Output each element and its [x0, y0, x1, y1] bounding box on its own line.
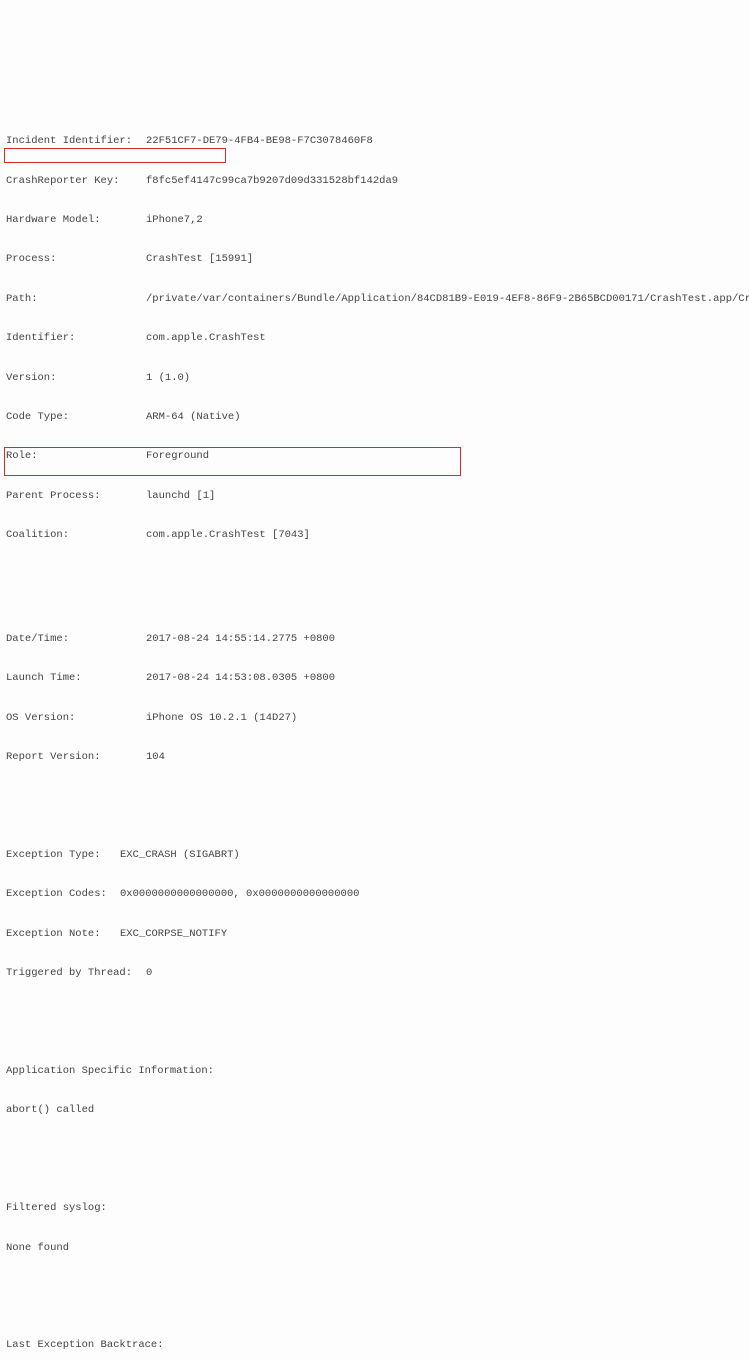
value: 2017-08-24 14:53:08.0305 +0800	[146, 672, 335, 685]
label: Version:	[6, 372, 146, 385]
row-identifier: Identifier:com.apple.CrashTest	[6, 332, 743, 345]
backtrace-title: Last Exception Backtrace:	[6, 1339, 743, 1352]
value: 104	[146, 751, 165, 764]
label: Report Version:	[6, 751, 146, 764]
label: Exception Codes:	[6, 888, 120, 901]
value: 22F51CF7-DE79-4FB4-BE98-F7C3078460F8	[146, 135, 373, 148]
value: 1 (1.0)	[146, 372, 190, 385]
crash-report: Incident Identifier:22F51CF7-DE79-4FB4-B…	[0, 53, 749, 1360]
filtered-syslog-line: None found	[6, 1242, 743, 1255]
row-incident-identifier: Incident Identifier:22F51CF7-DE79-4FB4-B…	[6, 135, 743, 148]
value: /private/var/containers/Bundle/Applicati…	[146, 293, 749, 306]
row-role: Role:Foreground	[6, 450, 743, 463]
value: 0	[146, 967, 152, 980]
label: Identifier:	[6, 332, 146, 345]
value: iPhone OS 10.2.1 (14D27)	[146, 712, 297, 725]
label: Parent Process:	[6, 490, 146, 503]
label: Exception Type:	[6, 849, 120, 862]
label: CrashReporter Key:	[6, 175, 146, 188]
value: ARM-64 (Native)	[146, 411, 241, 424]
row-launch-time: Launch Time:2017-08-24 14:53:08.0305 +08…	[6, 672, 743, 685]
value: EXC_CRASH (SIGABRT)	[120, 849, 240, 862]
value: launchd [1]	[146, 490, 215, 503]
row-code-type: Code Type:ARM-64 (Native)	[6, 411, 743, 424]
label: Exception Note:	[6, 928, 120, 941]
label: Triggered by Thread:	[6, 967, 146, 980]
label: Role:	[6, 450, 146, 463]
label: OS Version:	[6, 712, 146, 725]
label: Hardware Model:	[6, 214, 146, 227]
value: Foreground	[146, 450, 209, 463]
row-datetime: Date/Time:2017-08-24 14:55:14.2775 +0800	[6, 633, 743, 646]
label: Code Type:	[6, 411, 146, 424]
label: Process:	[6, 253, 146, 266]
value: iPhone7,2	[146, 214, 203, 227]
row-process: Process:CrashTest [15991]	[6, 253, 743, 266]
value: com.apple.CrashTest	[146, 332, 266, 345]
app-specific-info-title: Application Specific Information:	[6, 1065, 743, 1078]
row-report-version: Report Version:104	[6, 751, 743, 764]
row-coalition: Coalition:com.apple.CrashTest [7043]	[6, 529, 743, 542]
row-exception-type: Exception Type:EXC_CRASH (SIGABRT)	[6, 849, 743, 862]
row-os-version: OS Version:iPhone OS 10.2.1 (14D27)	[6, 712, 743, 725]
label: Path:	[6, 293, 146, 306]
callout-box-code-type	[4, 148, 226, 163]
value: EXC_CORPSE_NOTIFY	[120, 928, 227, 941]
row-version: Version:1 (1.0)	[6, 372, 743, 385]
label: Launch Time:	[6, 672, 146, 685]
value: 0x0000000000000000, 0x0000000000000000	[120, 888, 359, 901]
row-exception-note: Exception Note:EXC_CORPSE_NOTIFY	[6, 928, 743, 941]
row-path: Path:/private/var/containers/Bundle/Appl…	[6, 293, 743, 306]
value: com.apple.CrashTest [7043]	[146, 529, 310, 542]
value: f8fc5ef4147c99ca7b9207d09d331528bf142da9	[146, 175, 398, 188]
label: Date/Time:	[6, 633, 146, 646]
app-specific-info-line: abort() called	[6, 1104, 743, 1117]
row-triggered-by: Triggered by Thread:0	[6, 967, 743, 980]
row-hardware-model: Hardware Model:iPhone7,2	[6, 214, 743, 227]
row-exception-codes: Exception Codes:0x0000000000000000, 0x00…	[6, 888, 743, 901]
filtered-syslog-title: Filtered syslog:	[6, 1202, 743, 1215]
label: Incident Identifier:	[6, 135, 146, 148]
label: Coalition:	[6, 529, 146, 542]
row-parent-process: Parent Process:launchd [1]	[6, 490, 743, 503]
row-crashreporter-key: CrashReporter Key:f8fc5ef4147c99ca7b9207…	[6, 175, 743, 188]
value: CrashTest [15991]	[146, 253, 253, 266]
value: 2017-08-24 14:55:14.2775 +0800	[146, 633, 335, 646]
